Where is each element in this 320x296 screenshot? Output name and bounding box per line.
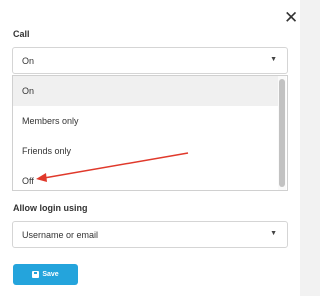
call-dropdown-list: On Members only Friends only Off: [12, 75, 288, 191]
call-label: Call: [13, 29, 30, 39]
dropdown-scrollbar-thumb[interactable]: [279, 79, 285, 187]
call-option-friends-only[interactable]: Friends only: [13, 136, 279, 166]
chevron-down-icon: ▼: [270, 56, 277, 63]
save-button-label: Save: [42, 271, 59, 278]
save-button[interactable]: Save: [13, 264, 78, 285]
save-icon: [32, 271, 40, 278]
call-select[interactable]: On ▼: [12, 47, 288, 74]
login-select[interactable]: Username or email ▼: [12, 221, 288, 248]
call-option-members-only[interactable]: Members only: [13, 106, 279, 136]
chevron-down-icon: ▼: [270, 230, 277, 237]
settings-modal: ✕ Call On ▼ On Members only Friends only…: [0, 0, 300, 296]
close-icon[interactable]: ✕: [284, 10, 298, 27]
login-label: Allow login using: [13, 203, 88, 213]
call-option-off[interactable]: Off: [13, 166, 279, 190]
login-select-value: Username or email: [22, 230, 99, 240]
call-option-on[interactable]: On: [13, 76, 279, 106]
call-select-value: On: [22, 56, 35, 66]
